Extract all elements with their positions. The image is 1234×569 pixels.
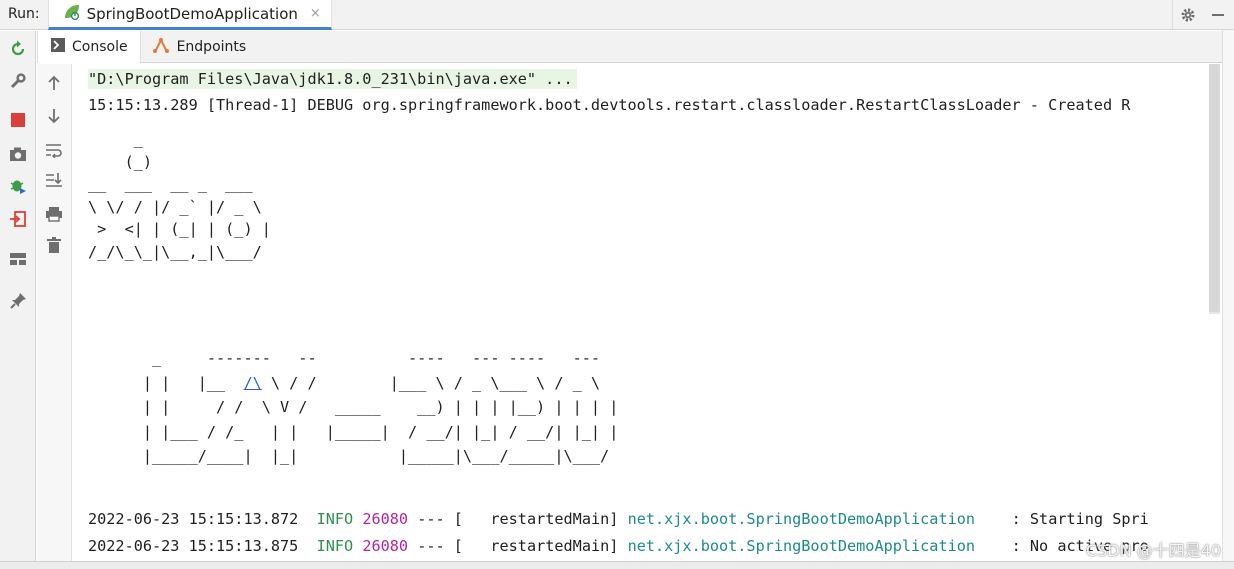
log-pid: 26080 (362, 510, 409, 528)
log-sep: --- [ (417, 510, 463, 528)
log-line: 2022-06-23 15:15:13.872 INFO 26080 --- [… (88, 510, 1149, 528)
run-tab-title: SpringBootDemoApplication (86, 4, 298, 23)
log-logger[interactable]: net.xjx.boot.SpringBootDemoApplication (628, 510, 975, 528)
bottom-tool-bar (0, 561, 1234, 569)
log-timestamp: 2022-06-23 15:15:13.872 (88, 510, 299, 528)
log-thread: restartedMain] (472, 510, 619, 528)
vertical-scrollbar-thumb[interactable] (1209, 64, 1220, 312)
endpoints-icon (152, 37, 171, 57)
down-arrow-icon[interactable] (44, 106, 64, 126)
exit-icon[interactable] (8, 209, 28, 229)
log-timestamp: 2022-06-23 15:15:13.875 (88, 537, 299, 555)
banner-row-2b: \ / / |___ \ / _ \___ \ / _ \ (261, 373, 601, 392)
print-icon[interactable] (44, 204, 64, 224)
banner-row-1: _ ------- -- ---- --- ---- --- (88, 349, 601, 367)
log-thread: restartedMain] (472, 537, 619, 555)
pin-icon[interactable] (8, 291, 28, 311)
scroll-to-end-icon[interactable] (44, 170, 64, 190)
command-line: "D:\Program Files\Java\jdk1.8.0_231\bin\… (88, 69, 577, 89)
spring-leaf-icon (63, 4, 81, 24)
console-side-toolbar (37, 64, 72, 561)
stop-icon[interactable] (8, 110, 28, 130)
log-pid: 26080 (362, 537, 409, 555)
debug-icon[interactable] (8, 176, 28, 196)
tab-console[interactable]: Console (37, 30, 141, 63)
console-icon (50, 37, 66, 57)
layout-icon[interactable] (8, 249, 28, 269)
close-icon[interactable]: × (310, 6, 321, 21)
run-tab-springboot[interactable]: SpringBootDemoApplication × (47, 0, 332, 30)
log-logger[interactable]: net.xjx.boot.SpringBootDemoApplication (628, 537, 975, 555)
minimize-icon[interactable] (1202, 0, 1234, 29)
banner-row-2a: | | |__ (88, 373, 244, 392)
watermark: CSDN @十四是40 (1086, 541, 1222, 560)
rerun-icon[interactable] (8, 39, 28, 59)
log-sep: --- [ (417, 537, 463, 555)
trash-icon[interactable] (44, 235, 64, 255)
banner-lzy: _ ------- -- ---- --- ---- --- | | |__ /… (88, 346, 618, 469)
soft-wrap-icon[interactable] (44, 140, 64, 160)
camera-icon[interactable] (8, 144, 28, 164)
log-level: INFO (316, 510, 354, 528)
console-tab-strip: Console Endpoints (37, 30, 1222, 63)
console-output[interactable]: "D:\Program Files\Java\jdk1.8.0_231\bin\… (73, 64, 1222, 561)
banner-row-3: | | / / \ V / _____ __) | | | |__) | | |… (88, 398, 619, 417)
up-arrow-icon[interactable] (44, 73, 64, 93)
right-edge-strip (1222, 30, 1234, 561)
banner-row-5: |_____/____| |_| |_____|\___/_____|\___/ (88, 447, 610, 466)
banner-row-4: | |___ / /_ | | |_____| / __/| |_| / __/… (88, 422, 619, 441)
run-label: Run: (8, 6, 40, 22)
run-header: Run: SpringBootDemoApplication × (0, 0, 1234, 30)
log-message: : Starting Spri (984, 510, 1149, 528)
gear-icon[interactable] (1172, 0, 1202, 29)
log-line: 2022-06-23 15:15:13.875 INFO 26080 --- [… (88, 537, 1149, 555)
tab-endpoints[interactable]: Endpoints (141, 31, 259, 63)
log-level: INFO (316, 537, 354, 555)
debug-log-line: 15:15:13.289 [Thread-1] DEBUG org.spring… (88, 96, 1131, 114)
banner-row-2-link[interactable]: /\ (243, 374, 261, 392)
wrench-icon[interactable] (8, 71, 28, 91)
left-toolbar (0, 31, 36, 561)
tab-console-label: Console (72, 38, 128, 55)
banner-xjx: _ (_) __ ___ __ _ ___ \ \/ / |/ _` |/ _ … (88, 130, 271, 261)
tab-endpoints-label: Endpoints (176, 38, 247, 55)
